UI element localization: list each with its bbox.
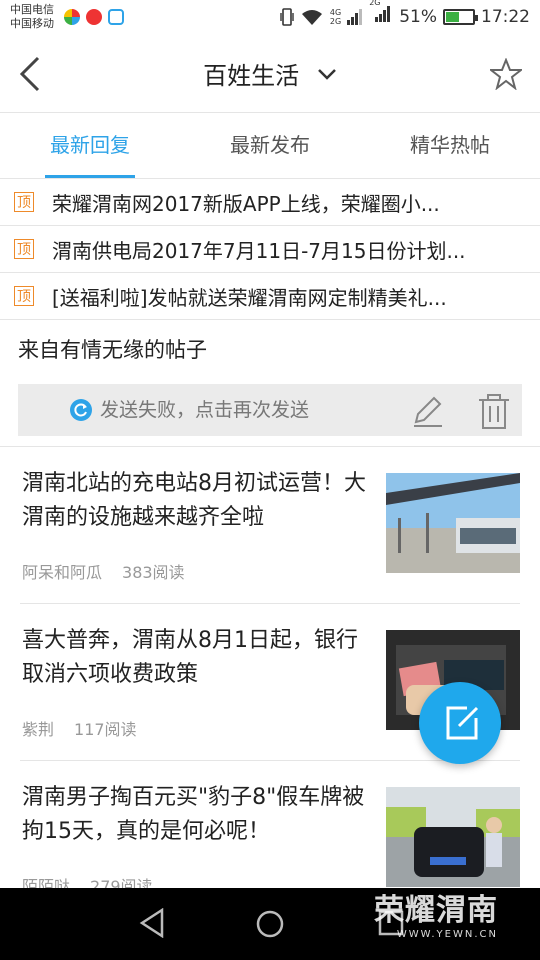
carrier-2: 中国移动 [10,17,54,30]
network-2g-label-2: 2G [369,0,381,7]
post-meta: 阿呆和阿瓜 383阅读 [22,559,205,583]
weibo-icon [86,9,102,25]
vibrate-icon [280,7,294,26]
refresh-icon [70,399,92,421]
pinned-list: 顶 荣耀渭南网2017新版APP上线，荣耀圈小... 顶 渭南供电局2017年7… [0,179,540,320]
post-reads: 383阅读 [122,563,185,582]
post-reads: 117阅读 [74,720,137,739]
watermark: 荣耀渭南 WWW.YEWN.CN [374,885,498,940]
page-title: 百姓生活 [203,62,300,90]
post-item[interactable]: 渭南北站的充电站8月初试运营！大渭南的设施越来越齐全啦 阿呆和阿瓜 383阅读 [20,447,520,604]
app-header: 百姓生活 [0,36,540,113]
favorite-star-icon[interactable] [490,58,522,90]
compose-button[interactable] [419,682,501,764]
status-right: 4G 2G 2G 51% 17:22 [280,0,530,27]
tab-featured[interactable]: 精华热帖 [360,113,540,178]
carrier-1: 中国电信 [10,3,54,16]
network-4g-label: 4G [329,7,342,17]
battery-fill [446,11,459,22]
pinned-item[interactable]: 顶 [送福利啦]发帖就送荣耀渭南网定制精美礼... [0,273,540,319]
retry-send[interactable]: 发送失败，点击再次发送 [70,384,309,436]
clock: 17:22 [481,6,530,27]
network-type: 4G 2G [330,8,341,26]
divider [0,436,540,447]
delete-icon[interactable] [476,392,512,430]
nav-home-icon[interactable] [256,910,284,938]
pinned-title: 荣耀渭南网2017新版APP上线，荣耀圈小... [52,191,440,216]
send-failed-bar[interactable]: 发送失败，点击再次发送 [18,384,522,436]
system-nav-bar: 荣耀渭南 WWW.YEWN.CN [0,888,540,960]
signal-icon-2 [375,6,391,22]
post-author: 阿呆和阿瓜 [22,563,103,582]
pin-tag: 顶 [14,192,34,212]
page-title-dropdown[interactable]: 百姓生活 [0,56,540,91]
pin-tag: 顶 [14,286,34,306]
send-failed-message: 发送失败，点击再次发送 [100,399,310,421]
tab-bar: 最新回复 最新发布 精华热帖 [0,113,540,179]
battery-icon [443,8,478,25]
post-author: 紫荆 [22,720,55,739]
tab-latest-reply[interactable]: 最新回复 [0,113,180,178]
post-meta: 紫荆 117阅读 [22,716,157,740]
post-thumbnail [386,787,520,887]
pinned-title: [送福利啦]发帖就送荣耀渭南网定制精美礼... [52,285,447,310]
watermark-url: WWW.YEWN.CN [396,929,498,940]
tab-latest-post[interactable]: 最新发布 [180,113,360,178]
app-notification-icon [108,9,124,25]
post-thumbnail [386,473,520,573]
pinned-item[interactable]: 顶 渭南供电局2017年7月11日-7月15日份计划... [0,226,540,273]
signal-2-group: 2G [369,0,393,27]
status-bar: 中国电信 中国移动 4G 2G 2G 51% 17:22 [0,0,540,36]
pinned-item[interactable]: 顶 荣耀渭南网2017新版APP上线，荣耀圈小... [0,179,540,226]
wifi-icon [301,9,322,25]
pinned-title: 渭南供电局2017年7月11日-7月15日份计划... [52,238,466,263]
chevron-down-icon [317,68,336,80]
section-title: 来自有情无缘的帖子 [18,338,207,362]
carrier-labels: 中国电信 中国移动 [10,3,54,31]
pin-tag: 顶 [14,239,34,259]
weibo-app-icon [64,9,80,25]
signal-icon [347,8,363,25]
watermark-brand: 荣耀渭南 [374,893,498,928]
battery-percent: 51% [399,6,437,27]
post-title: 渭南男子掏百元买"豹子8"假车牌被拘15天，真的是何必呢！ [22,785,365,844]
compose-icon [446,706,479,740]
post-title: 喜大普奔，渭南从8月1日起，银行取消六项收费政策 [22,628,358,687]
notification-icons [64,9,124,25]
edit-icon[interactable] [408,392,446,430]
post-title: 渭南北站的充电站8月初试运营！大渭南的设施越来越齐全啦 [22,471,366,530]
network-2g-label: 2G [329,16,342,26]
nav-back-icon[interactable] [138,908,166,938]
